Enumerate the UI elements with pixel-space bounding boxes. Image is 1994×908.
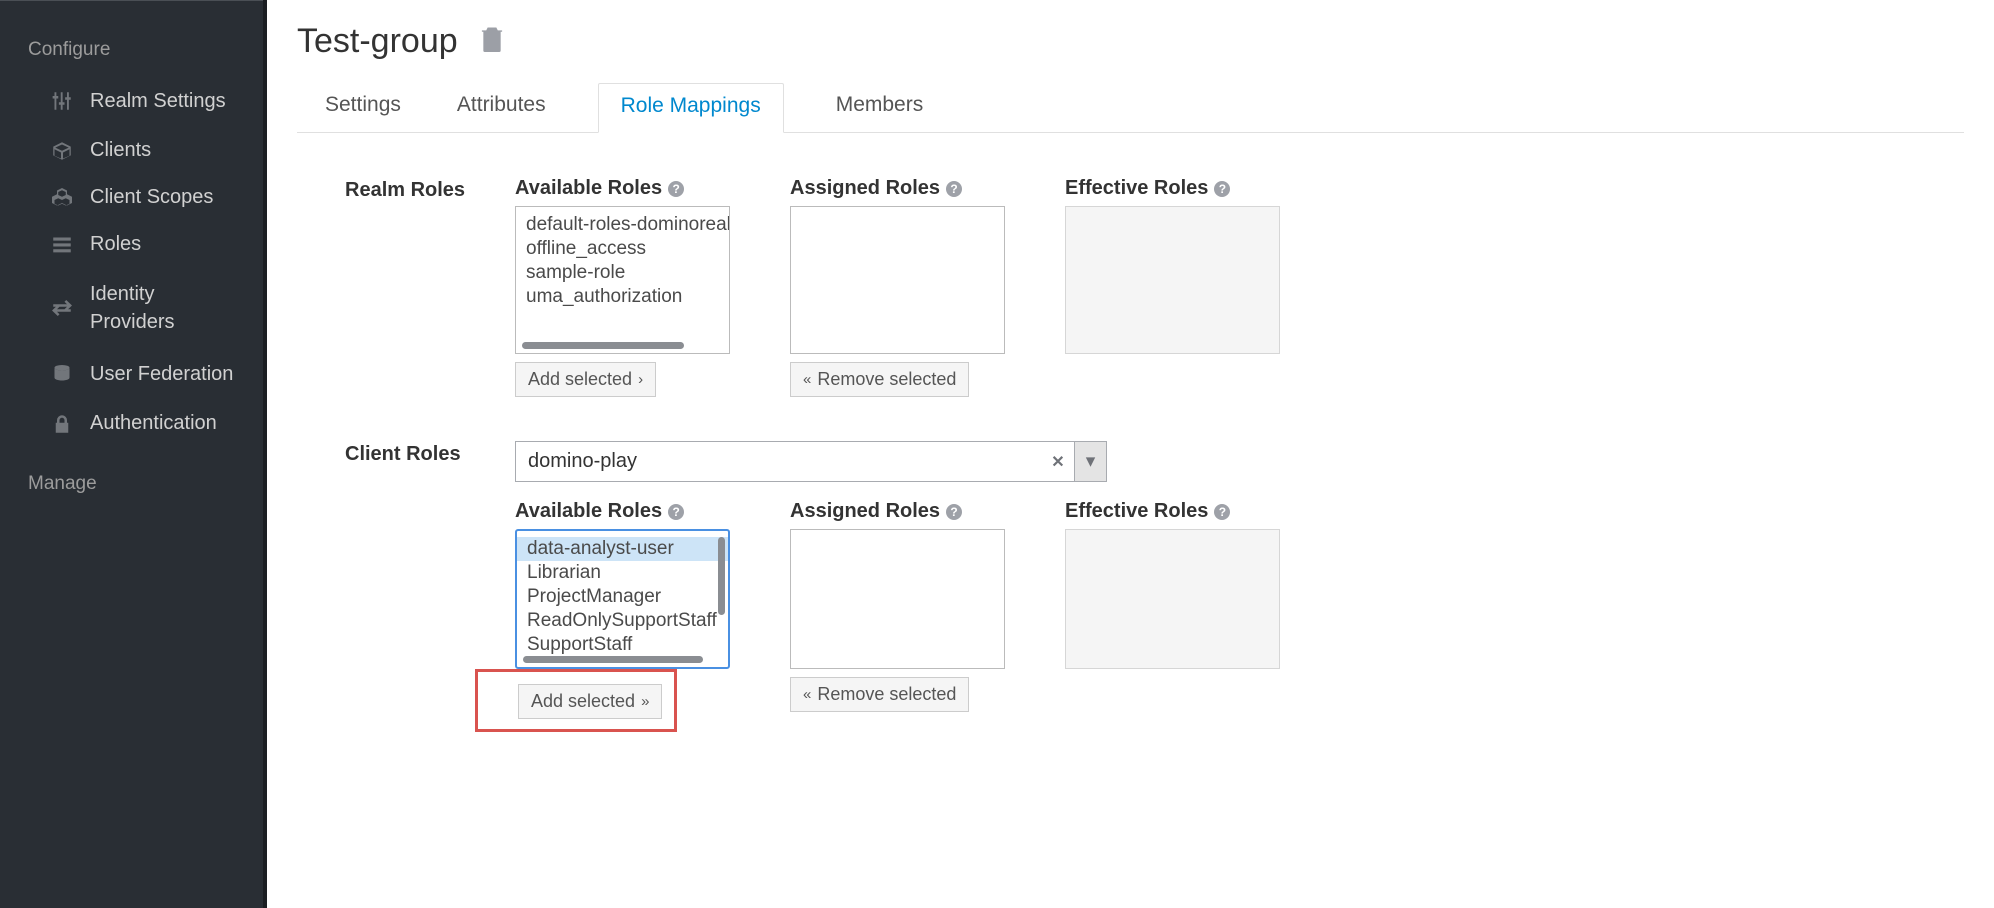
realm-effective-col: Effective Roles ?: [1065, 177, 1280, 397]
scrollbar-vertical[interactable]: [718, 537, 725, 615]
tab-attributes[interactable]: Attributes: [453, 83, 550, 132]
list-item[interactable]: offline_access: [516, 237, 729, 261]
cube-icon: [52, 141, 72, 161]
sidebar-section-configure: Configure: [0, 31, 263, 75]
realm-effective-label: Effective Roles: [1065, 177, 1208, 200]
sidebar-item-label: Authentication: [90, 412, 217, 435]
client-available-label: Available Roles: [515, 500, 662, 523]
client-select[interactable]: ✕ ▾: [515, 441, 1107, 482]
help-icon[interactable]: ?: [946, 181, 962, 197]
tab-settings[interactable]: Settings: [321, 83, 405, 132]
client-select-toggle[interactable]: ▾: [1074, 442, 1106, 481]
sidebar-item-authentication[interactable]: Authentication: [0, 400, 263, 447]
realm-add-selected-button[interactable]: Add selected ›: [515, 362, 656, 397]
tab-members[interactable]: Members: [832, 83, 928, 132]
sidebar-item-label: Clients: [90, 139, 151, 162]
sidebar-item-label: Realm Settings: [90, 87, 226, 115]
client-assigned-col: Assigned Roles ? « Remove selected: [790, 500, 1005, 732]
tabs: Settings Attributes Role Mappings Member…: [297, 83, 1964, 133]
help-icon[interactable]: ?: [1214, 504, 1230, 520]
client-remove-selected-button[interactable]: « Remove selected: [790, 677, 969, 712]
list-item[interactable]: default-roles-dominorealm: [516, 213, 729, 237]
list-item[interactable]: ProjectManager: [517, 585, 728, 609]
sidebar-section-manage: Manage: [0, 465, 263, 509]
list-item[interactable]: Librarian: [517, 561, 728, 585]
client-select-input[interactable]: [516, 442, 1042, 481]
scrollbar-horizontal[interactable]: [523, 656, 703, 663]
page-title: Test-group: [297, 22, 458, 61]
client-effective-label: Effective Roles: [1065, 500, 1208, 523]
client-select-clear[interactable]: ✕: [1042, 442, 1074, 481]
close-icon: ✕: [1051, 452, 1064, 472]
realm-roles-label: Realm Roles: [297, 177, 515, 202]
tab-role-mappings[interactable]: Role Mappings: [598, 83, 784, 133]
sliders-icon: [52, 91, 72, 111]
sidebar-item-label: Identity Providers: [90, 280, 235, 336]
help-icon[interactable]: ?: [946, 504, 962, 520]
sidebar-item-realm-settings[interactable]: Realm Settings: [0, 75, 263, 127]
realm-available-label: Available Roles: [515, 177, 662, 200]
list-item[interactable]: data-analyst-user: [517, 537, 728, 561]
exchange-icon: [52, 298, 72, 318]
sidebar: Configure Realm Settings Clients Client …: [0, 0, 263, 908]
realm-available-col: Available Roles ? default-roles-dominore…: [515, 177, 730, 397]
sidebar-item-label: Roles: [90, 233, 141, 256]
list-item[interactable]: ReadOnlySupportStaff: [517, 609, 728, 633]
main-content: Test-group Settings Attributes Role Mapp…: [263, 0, 1994, 908]
help-icon[interactable]: ?: [668, 504, 684, 520]
sidebar-item-label: Client Scopes: [90, 186, 213, 209]
client-available-list[interactable]: data-analyst-user Librarian ProjectManag…: [515, 529, 730, 669]
sidebar-item-label: User Federation: [90, 360, 233, 388]
client-effective-col: Effective Roles ?: [1065, 500, 1280, 732]
help-icon[interactable]: ?: [1214, 181, 1230, 197]
realm-remove-selected-button[interactable]: « Remove selected: [790, 362, 969, 397]
help-icon[interactable]: ?: [668, 181, 684, 197]
delete-group-button[interactable]: [480, 26, 504, 58]
client-assigned-label: Assigned Roles: [790, 500, 940, 523]
sidebar-item-user-federation[interactable]: User Federation: [0, 348, 263, 400]
realm-assigned-col: Assigned Roles ? « Remove selected: [790, 177, 1005, 397]
sidebar-item-identity-providers[interactable]: Identity Providers: [0, 268, 263, 348]
realm-available-list[interactable]: default-roles-dominorealm offline_access…: [515, 206, 730, 354]
client-roles-label: Client Roles: [297, 441, 515, 466]
client-roles-row: Client Roles ✕ ▾: [297, 441, 1964, 732]
chevron-left-icon: «: [803, 686, 811, 703]
list-item[interactable]: uma_authorization: [516, 285, 729, 309]
trash-icon: [480, 26, 504, 52]
caret-down-icon: ▾: [1086, 450, 1096, 473]
client-effective-list: [1065, 529, 1280, 669]
realm-assigned-label: Assigned Roles: [790, 177, 940, 200]
client-add-selected-button[interactable]: Add selected »: [518, 684, 662, 719]
lock-icon: [52, 414, 72, 434]
list-item[interactable]: SupportStaff: [517, 633, 728, 657]
page-header: Test-group: [297, 22, 1964, 61]
highlight-annotation: Add selected »: [475, 669, 677, 732]
cubes-icon: [52, 188, 72, 208]
database-icon: [52, 364, 72, 384]
client-assigned-list[interactable]: [790, 529, 1005, 669]
chevron-right-icon: ›: [638, 371, 643, 388]
realm-roles-row: Realm Roles Available Roles ? default-ro…: [297, 177, 1964, 397]
chevron-double-right-icon: »: [641, 693, 649, 710]
sidebar-item-client-scopes[interactable]: Client Scopes: [0, 174, 263, 221]
list-item[interactable]: sample-role: [516, 261, 729, 285]
sidebar-item-clients[interactable]: Clients: [0, 127, 263, 174]
realm-effective-list: [1065, 206, 1280, 354]
list-icon: [52, 235, 72, 255]
chevron-left-icon: «: [803, 371, 811, 388]
client-available-col: Available Roles ? data-analyst-user Libr…: [515, 500, 730, 732]
scrollbar-horizontal[interactable]: [522, 342, 684, 349]
realm-assigned-list[interactable]: [790, 206, 1005, 354]
sidebar-item-roles[interactable]: Roles: [0, 221, 263, 268]
